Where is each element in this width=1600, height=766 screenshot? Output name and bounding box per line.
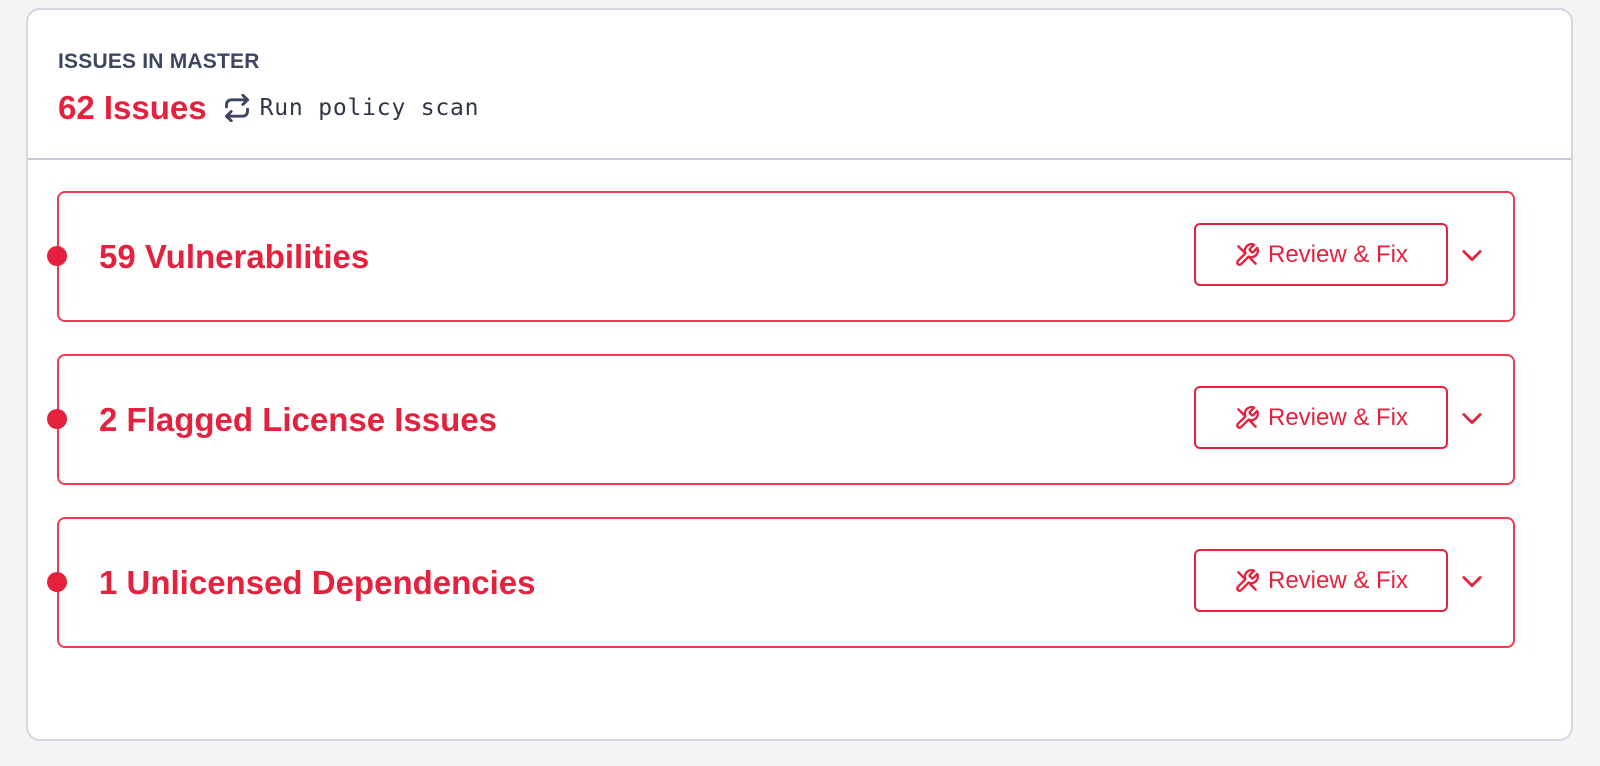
chevron-down-icon[interactable] [1457, 240, 1487, 270]
tools-icon [1234, 568, 1260, 594]
total-issues-count: 62 Issues [58, 89, 207, 126]
review-fix-label: Review & Fix [1267, 566, 1409, 594]
review-fix-button[interactable]: Review & Fix [1194, 386, 1448, 449]
run-policy-scan-button[interactable]: Run policy scan [223, 94, 480, 122]
status-dot [47, 409, 67, 429]
review-fix-label: Review & Fix [1267, 240, 1409, 268]
review-fix-button[interactable]: Review & Fix [1194, 223, 1448, 286]
issue-group-title: 1 Unlicensed Dependencies [99, 563, 536, 601]
issues-panel: ISSUES IN MASTER 62 Issues Run policy sc… [26, 8, 1573, 741]
tools-icon [1234, 242, 1260, 268]
issue-group-unlicensed-dependencies[interactable]: 1 Unlicensed Dependencies Review & Fix [47, 517, 1515, 648]
section-eyebrow: ISSUES IN MASTER [58, 50, 260, 73]
chevron-down-icon[interactable] [1457, 403, 1487, 433]
issue-group-title: 59 Vulnerabilities [99, 237, 370, 275]
issue-group-vulnerabilities[interactable]: 59 Vulnerabilities Review & Fix [47, 191, 1515, 322]
status-dot [47, 572, 67, 592]
chevron-down-icon[interactable] [1457, 566, 1487, 596]
status-dot [47, 246, 67, 266]
issue-group-title: 2 Flagged License Issues [99, 400, 497, 438]
refresh-icon [223, 94, 251, 122]
run-policy-scan-label: Run policy scan [259, 95, 480, 121]
issues-panel-header: ISSUES IN MASTER 62 Issues Run policy sc… [28, 10, 1571, 160]
issue-groups-list: 59 Vulnerabilities Review & Fix 2 Flagge… [47, 191, 1515, 680]
review-fix-button[interactable]: Review & Fix [1194, 549, 1448, 612]
tools-icon [1234, 405, 1260, 431]
review-fix-label: Review & Fix [1267, 403, 1409, 431]
issues-summary-row: 62 Issues Run policy scan [58, 86, 1571, 130]
issue-group-flagged-licenses[interactable]: 2 Flagged License Issues Review & Fix [47, 354, 1515, 485]
